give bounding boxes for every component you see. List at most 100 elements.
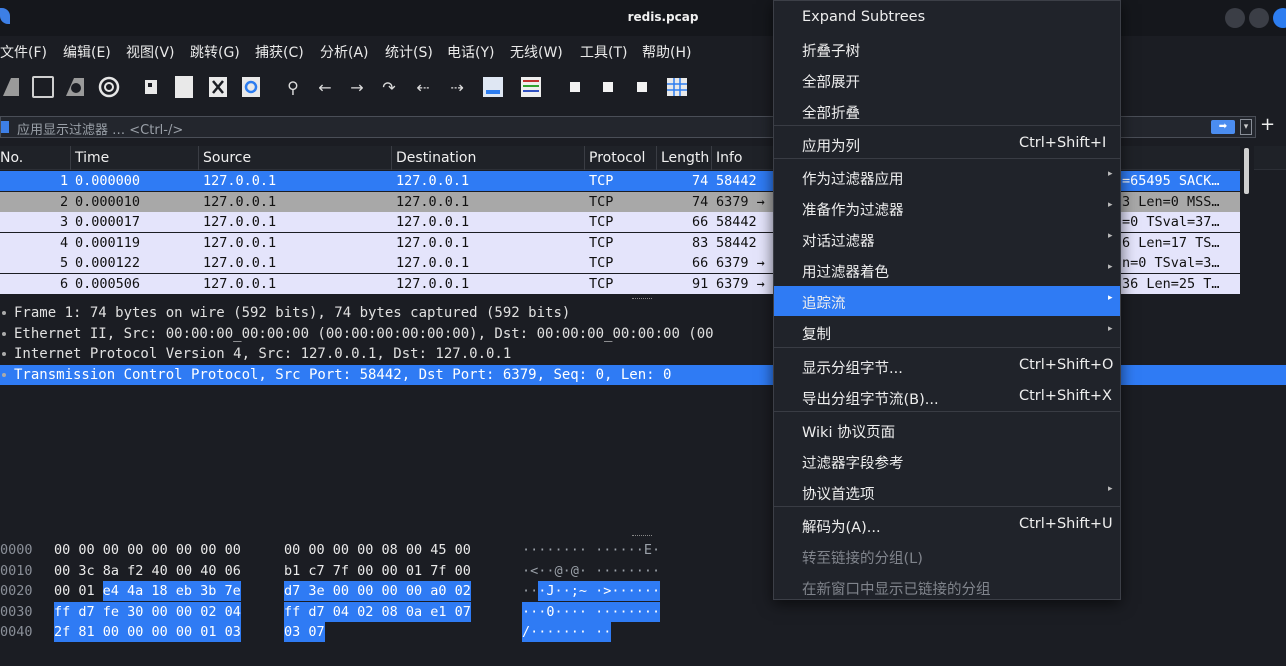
- context-menu-item[interactable]: 复制 ▸: [774, 317, 1120, 347]
- menu-4[interactable]: 捕获(C): [255, 42, 304, 62]
- normal-size-icon[interactable]: [637, 82, 647, 92]
- packet-time: 0.000506: [75, 275, 141, 292]
- close-file-icon[interactable]: [207, 76, 229, 98]
- zoom-out-icon[interactable]: [603, 82, 613, 92]
- save-file-icon[interactable]: [175, 76, 193, 98]
- expand-arrow-icon[interactable]: [2, 352, 6, 356]
- context-menu-item[interactable]: 显示分组字节... Ctrl+Shift+O: [774, 351, 1120, 381]
- hex-ascii[interactable]: ··: [522, 583, 538, 599]
- expand-arrow-icon[interactable]: [2, 311, 6, 315]
- hex-bytes[interactable]: 00 00 00 00 00 00 00 00: [54, 540, 241, 560]
- context-menu-item[interactable]: 用过滤器着色 ▸: [774, 255, 1120, 285]
- go-forward-icon[interactable]: →: [346, 76, 368, 98]
- first-packet-icon[interactable]: ⇠: [412, 76, 434, 98]
- start-capture-icon[interactable]: [0, 76, 22, 98]
- column-header-destination[interactable]: Destination: [396, 150, 476, 166]
- menu-8[interactable]: 无线(W): [510, 42, 563, 62]
- column-header-length[interactable]: Length: [661, 150, 709, 166]
- context-menu-item[interactable]: 折叠子树: [774, 34, 1120, 64]
- add-filter-button-icon[interactable]: +: [1260, 114, 1275, 135]
- packet-length: 91: [692, 275, 709, 292]
- menu-9[interactable]: 工具(T): [580, 42, 627, 62]
- hex-bytes-highlighted[interactable]: 03 07: [284, 622, 325, 642]
- column-header-source[interactable]: Source: [203, 150, 251, 166]
- context-menu-item-label: 复制: [802, 327, 831, 343]
- packet-info: 6379 →: [716, 193, 765, 210]
- minimize-button[interactable]: [1225, 8, 1245, 28]
- stop-capture-icon[interactable]: [32, 76, 54, 98]
- context-menu-item[interactable]: 导出分组字节流(B)... Ctrl+Shift+X: [774, 382, 1120, 412]
- context-menu-item[interactable]: 解码为(A)... Ctrl+Shift+U: [774, 510, 1120, 540]
- context-menu-item[interactable]: Wiki 协议页面: [774, 415, 1120, 445]
- colorize-icon[interactable]: [520, 76, 542, 98]
- column-header-no[interactable]: No.: [0, 150, 23, 166]
- context-menu-item[interactable]: 协议首选项 ▸: [774, 477, 1120, 507]
- column-header-protocol[interactable]: Protocol: [589, 150, 645, 166]
- expand-arrow-icon[interactable]: [2, 331, 6, 336]
- context-menu-item[interactable]: 对话过滤器 ▸: [774, 224, 1120, 254]
- hex-ascii[interactable]: ·<··@·@· ········: [522, 563, 660, 579]
- capture-options-icon[interactable]: [98, 76, 120, 98]
- menu-2[interactable]: 视图(V): [126, 42, 175, 62]
- context-menu-shortcut: Ctrl+Shift+I: [1019, 135, 1107, 151]
- restart-capture-icon[interactable]: [64, 76, 86, 98]
- menu-3[interactable]: 跳转(G): [190, 42, 240, 62]
- packet-list-scroll-thumb[interactable]: [1244, 148, 1249, 194]
- filter-history-dropdown-icon[interactable]: ▾: [1240, 119, 1252, 135]
- context-menu-item[interactable]: 追踪流 ▸: [774, 286, 1120, 316]
- hex-bytes-highlighted[interactable]: ff d7 04 02 08 0a e1 07: [284, 601, 471, 622]
- close-button[interactable]: [1273, 8, 1286, 28]
- hex-bytes[interactable]: b1 c7 7f 00 00 01 7f 00: [284, 561, 471, 581]
- zoom-in-icon[interactable]: [570, 82, 580, 92]
- reload-file-icon[interactable]: [240, 76, 262, 98]
- maximize-button[interactable]: [1249, 8, 1269, 28]
- menu-10[interactable]: 帮助(H): [642, 42, 691, 62]
- hex-bytes-highlighted[interactable]: d7 3e 00 00 00 00 a0 02: [284, 581, 471, 601]
- context-menu-item[interactable]: 全部折叠: [774, 96, 1120, 126]
- hex-bytes-highlighted[interactable]: 2f 81 00 00 00 00 01 03: [54, 622, 241, 642]
- packet-no: 2: [60, 193, 69, 210]
- packet-info: 6379 →: [716, 255, 765, 271]
- apply-filter-icon[interactable]: ➡: [1211, 120, 1235, 134]
- open-file-icon[interactable]: [140, 76, 162, 98]
- resize-columns-icon[interactable]: [666, 76, 688, 98]
- autoscroll-icon[interactable]: [482, 76, 504, 98]
- context-menu-item[interactable]: 作为过滤器应用 ▸: [774, 162, 1120, 192]
- packet-protocol: TCP: [589, 275, 614, 292]
- hex-bytes-highlighted[interactable]: e4 4a 18 eb 3b 7e: [102, 581, 241, 601]
- hex-bytes-highlighted[interactable]: ff d7 fe 30 00 00 02 04: [54, 601, 241, 622]
- find-packet-icon[interactable]: ⚲: [282, 76, 304, 98]
- hex-bytes[interactable]: 00 3c 8a f2 40 00 40 06: [54, 561, 241, 581]
- hex-offset: 0040: [0, 624, 33, 640]
- submenu-arrow-icon: ▸: [1108, 200, 1113, 210]
- menu-7[interactable]: 电话(Y): [447, 42, 494, 62]
- hex-ascii-highlighted[interactable]: ···0···· ········: [522, 601, 661, 622]
- pane-splitter-bottom[interactable]: [632, 535, 652, 537]
- packet-info: 58442: [716, 214, 757, 230]
- menu-0[interactable]: 文件(F): [0, 42, 47, 62]
- packet-info-tail: 6 Len=17 TS…: [1122, 234, 1220, 251]
- menu-5[interactable]: 分析(A): [320, 42, 369, 62]
- context-menu-item[interactable]: Expand Subtrees: [774, 3, 1120, 33]
- context-menu-item[interactable]: 准备作为过滤器 ▸: [774, 193, 1120, 223]
- expand-arrow-icon[interactable]: [2, 372, 6, 377]
- last-packet-icon[interactable]: ⇢: [446, 76, 468, 98]
- column-header-time[interactable]: Time: [75, 150, 109, 166]
- context-menu-item[interactable]: 全部展开: [774, 65, 1120, 95]
- menu-6[interactable]: 统计(S): [385, 42, 433, 62]
- context-menu-item[interactable]: 过滤器字段参考: [774, 446, 1120, 476]
- hex-bytes[interactable]: 00 01: [54, 581, 103, 601]
- context-menu-item[interactable]: 应用为列 Ctrl+Shift+I: [774, 129, 1120, 159]
- hex-ascii-highlighted[interactable]: /······· ··: [522, 622, 612, 642]
- column-header-info[interactable]: Info: [716, 150, 743, 166]
- go-to-packet-icon[interactable]: ↷: [378, 76, 400, 98]
- bookmark-icon[interactable]: [1, 121, 9, 133]
- hex-ascii[interactable]: ········ ······E·: [522, 542, 660, 558]
- menu-1[interactable]: 编辑(E): [63, 42, 111, 62]
- pane-splitter-top[interactable]: [632, 298, 652, 300]
- packet-destination: 127.0.0.1: [396, 173, 470, 189]
- go-back-icon[interactable]: ←: [314, 76, 336, 98]
- hex-ascii-highlighted[interactable]: ·J··;~ ·>······: [538, 581, 661, 601]
- hex-bytes[interactable]: 00 00 00 00 08 00 45 00: [284, 540, 471, 560]
- context-menu-item-label: 协议首选项: [802, 487, 875, 503]
